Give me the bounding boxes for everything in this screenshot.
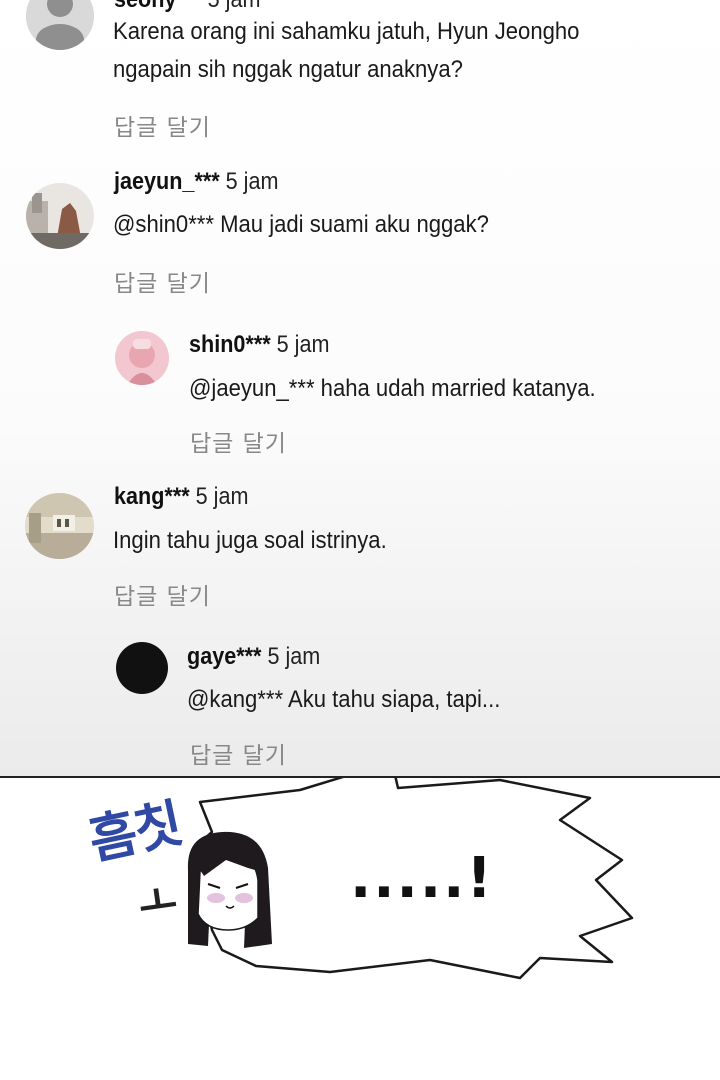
username[interactable]: gaye*** xyxy=(187,643,261,670)
timestamp: 5 jam xyxy=(267,643,321,670)
username[interactable]: jaeyun_*** xyxy=(114,168,220,195)
character-illustration xyxy=(187,831,272,948)
user-silhouette-icon xyxy=(26,0,94,50)
pink-photo-avatar[interactable] xyxy=(115,331,169,385)
comment-header: gaye*** 5 jam xyxy=(187,643,320,671)
comment-text-line: Ingin tahu juga soal istrinya. xyxy=(113,527,387,554)
comment-text-line: Karena orang ini sahamku jatuh, Hyun Jeo… xyxy=(113,18,580,45)
profile-photo-icon xyxy=(115,331,169,385)
reply-button[interactable]: 답글 달기 xyxy=(114,264,211,298)
reply-button[interactable]: 답글 달기 xyxy=(190,736,287,770)
sound-effect-tail: ㅗ xyxy=(135,874,181,929)
comment-text-line: @jaeyun_*** haha udah married katanya. xyxy=(189,375,596,402)
timestamp: 5 jam xyxy=(225,168,279,195)
reply-button[interactable]: 답글 달기 xyxy=(114,577,211,611)
speech-bubble-text: .....! xyxy=(350,846,494,911)
timestamp: 5 jam xyxy=(208,0,261,13)
photo-avatar[interactable] xyxy=(26,183,94,249)
username[interactable]: seony*** xyxy=(114,0,202,13)
comment-text-line: @shin0*** Mau jadi suami aku nggak? xyxy=(113,211,489,238)
comment-text-line: @kang*** Aku tahu siapa, tapi... xyxy=(187,686,501,713)
comment-section: seony*** 5 jam Karena orang ini sahamku … xyxy=(0,0,720,778)
comment-header: seony*** 5 jam xyxy=(114,0,260,14)
reply-button[interactable]: 답글 달기 xyxy=(190,424,287,458)
username[interactable]: kang*** xyxy=(114,483,190,510)
default-user-avatar[interactable] xyxy=(26,0,94,50)
timestamp: 5 jam xyxy=(195,483,249,510)
comment-header: shin0*** 5 jam xyxy=(189,331,329,359)
black-circle-avatar[interactable] xyxy=(116,642,168,694)
username[interactable]: shin0*** xyxy=(189,331,271,358)
reply-button[interactable]: 답글 달기 xyxy=(114,108,211,142)
room-photo-avatar[interactable] xyxy=(25,493,94,559)
comment-text-line: ngapain sih nggak ngatur anaknya? xyxy=(113,56,463,83)
comment-header: jaeyun_*** 5 jam xyxy=(114,168,278,196)
profile-photo-icon xyxy=(26,183,94,249)
comment-header: kang*** 5 jam xyxy=(114,483,248,511)
profile-photo-icon xyxy=(25,493,94,559)
timestamp: 5 jam xyxy=(276,331,330,358)
